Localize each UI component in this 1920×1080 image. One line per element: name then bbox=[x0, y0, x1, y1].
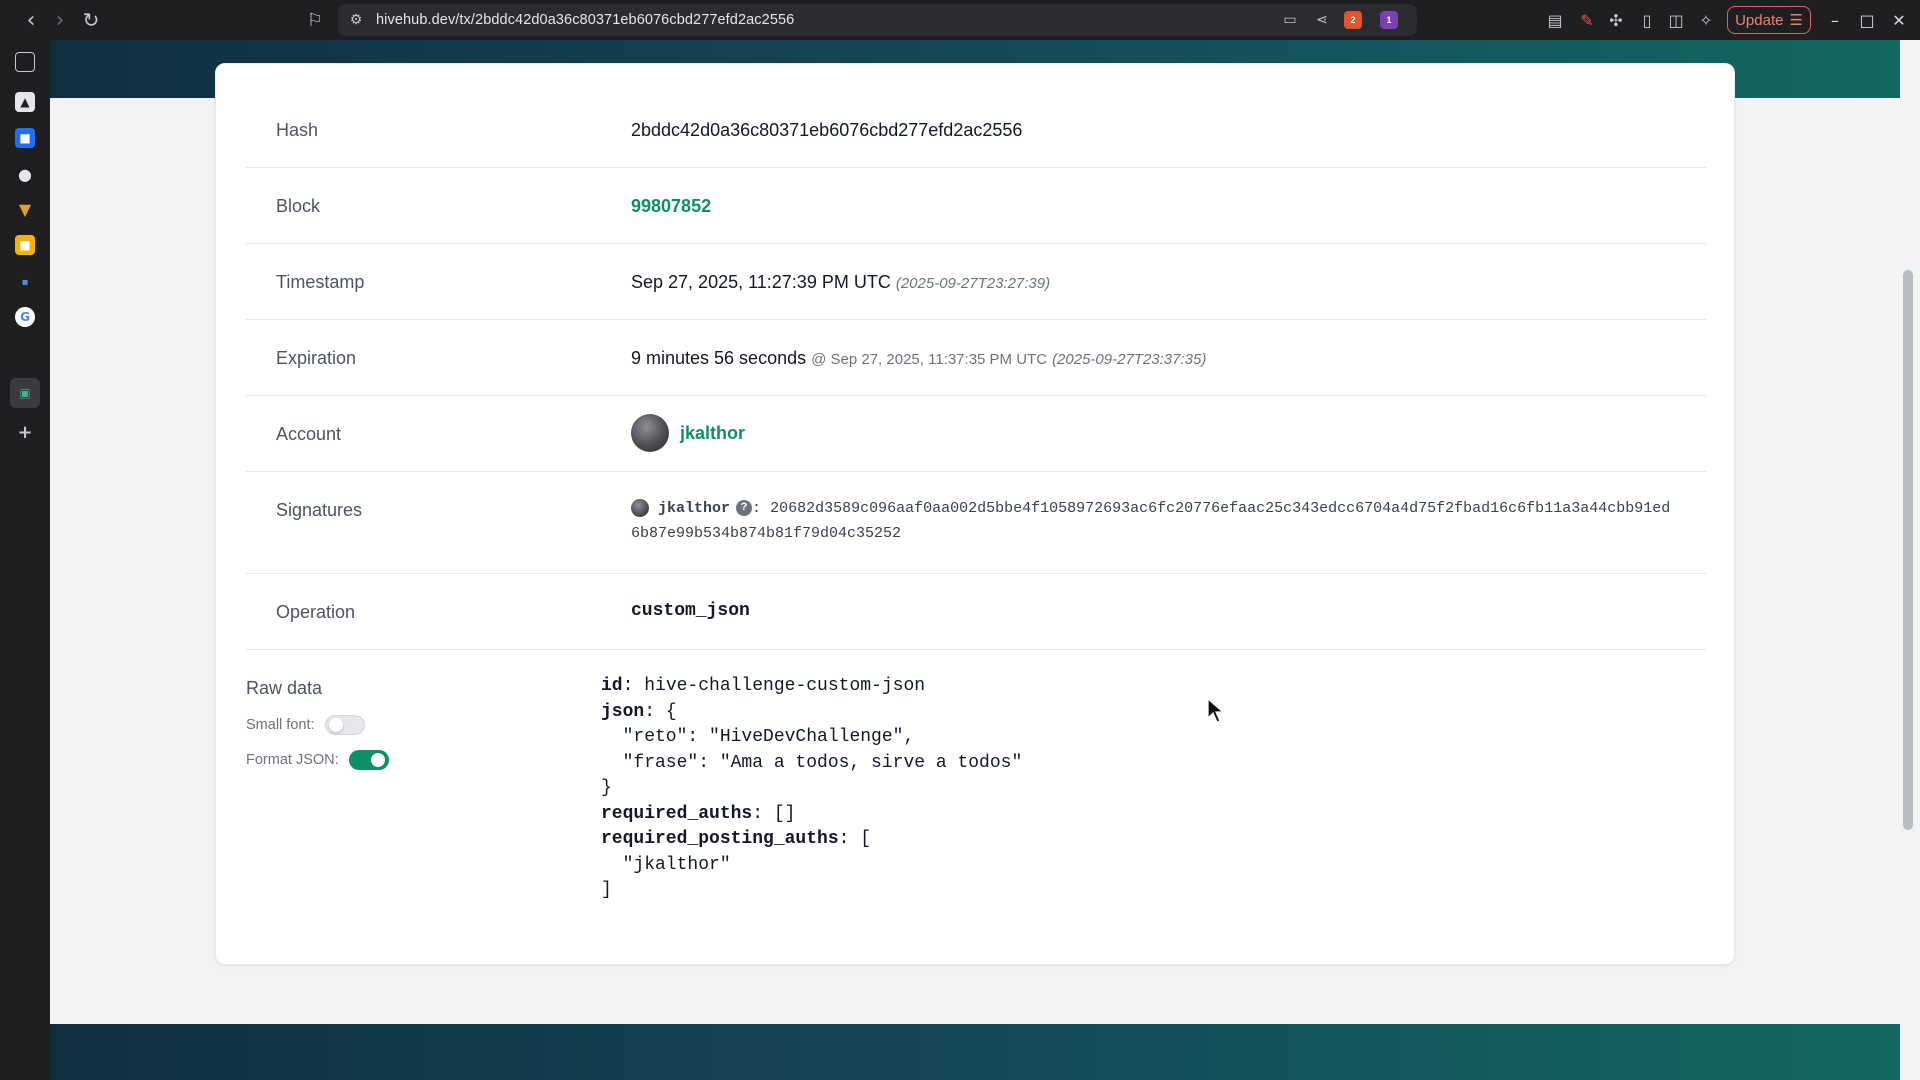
raw-required-auths-value: [] bbox=[773, 803, 796, 824]
extensions-icon[interactable]: ✣ bbox=[1605, 9, 1627, 31]
raw-json-line1: "reto": "HiveDevChallenge", bbox=[601, 727, 915, 747]
minimize-icon[interactable]: – bbox=[1823, 8, 1847, 32]
rewards-icon[interactable]: 1 bbox=[1380, 11, 1398, 29]
github-icon[interactable]: ● bbox=[15, 164, 35, 184]
timestamp-value: Sep 27, 2025, 11:27:39 PM UTC (2025-09-2… bbox=[631, 272, 1050, 293]
raw-json-line2: "frase": "Ama a todos, sirve a todos" bbox=[601, 752, 1023, 773]
timestamp-label: Timestamp bbox=[276, 272, 365, 292]
browser-sidebar: ▲ ■ ● ▼ ■ ▪ G ▣ + bbox=[0, 40, 50, 1080]
row-block: Block 99807852 bbox=[246, 168, 1706, 244]
raw-id-key: id bbox=[601, 676, 623, 696]
format-json-label: Format JSON: bbox=[246, 752, 339, 768]
hash-label: Hash bbox=[276, 120, 319, 140]
raw-data-block: id: hive-challenge-custom-json json: { "… bbox=[601, 676, 1023, 900]
update-label: Update bbox=[1735, 11, 1784, 29]
row-signatures: Signatures jkalthor?: 20682d3589c096aaf0… bbox=[246, 472, 1706, 574]
update-button[interactable]: Update ☰ bbox=[1727, 6, 1811, 34]
signature-hex: 20682d3589c096aaf0aa002d5bbe4f1058972693… bbox=[631, 500, 1671, 542]
raw-id-value: hive-challenge-custom-json bbox=[644, 676, 926, 696]
signer-avatar[interactable] bbox=[631, 499, 649, 518]
raw-json-key: json bbox=[601, 701, 645, 722]
wallet-panel-icon[interactable]: ◫ bbox=[1665, 9, 1687, 31]
app-icon-dot[interactable]: ▪ bbox=[15, 272, 35, 292]
avatar[interactable] bbox=[631, 414, 669, 452]
expiration-duration: 9 minutes 56 seconds bbox=[631, 348, 807, 368]
account-label: Account bbox=[276, 424, 342, 444]
block-label: Block bbox=[276, 196, 321, 216]
small-font-toggle[interactable] bbox=[324, 715, 365, 735]
account-link[interactable]: jkalthor bbox=[680, 423, 745, 443]
bookmark-icon[interactable]: ⚐ bbox=[300, 5, 330, 35]
signature-value: jkalthor?: 20682d3589c096aaf0aa002d5bbe4… bbox=[631, 496, 1676, 546]
address-bar[interactable]: ⚙ hivehub.dev/tx/2bddc42d0a36c80371eb607… bbox=[338, 4, 1417, 36]
url-text[interactable]: hivehub.dev/tx/2bddc42d0a36c80371eb6076c… bbox=[376, 12, 794, 28]
raw-rpa-close: ] bbox=[601, 880, 612, 900]
row-operation: Operation custom_json bbox=[246, 574, 1706, 650]
transaction-card: Hash 2bddc42d0a36c80371eb6076cbd277efd2a… bbox=[215, 63, 1735, 965]
app-icon-v[interactable]: ▼ bbox=[15, 199, 35, 219]
raw-rpa-open: [ bbox=[860, 829, 872, 849]
raw-data-label: Raw data bbox=[246, 678, 323, 698]
back-icon[interactable]: ‹ bbox=[16, 5, 46, 35]
signature-colon: : bbox=[752, 500, 762, 517]
close-icon[interactable]: ✕ bbox=[1887, 8, 1911, 32]
block-link[interactable]: 99807852 bbox=[631, 196, 711, 217]
maximize-icon[interactable]: □ bbox=[1855, 8, 1879, 32]
cast-icon[interactable]: ▭ bbox=[1280, 10, 1300, 30]
row-account: Account jkalthor bbox=[246, 396, 1706, 472]
small-font-row: Small font: bbox=[246, 715, 365, 735]
wallet-icon[interactable]: ▤ bbox=[1544, 9, 1566, 31]
operation-value: custom_json bbox=[631, 601, 750, 621]
reload-icon[interactable]: ↻ bbox=[76, 5, 106, 35]
timestamp-text: Sep 27, 2025, 11:27:39 PM UTC bbox=[631, 272, 891, 292]
shields-count: 2 bbox=[1350, 15, 1356, 25]
operation-label: Operation bbox=[276, 602, 356, 622]
expiration-label: Expiration bbox=[276, 348, 357, 368]
expiration-iso: (2025-09-27T23:37:35) bbox=[1052, 351, 1207, 368]
hash-value: 2bddc42d0a36c80371eb6076cbd277efd2ac2556 bbox=[631, 120, 1023, 140]
raw-required-auths-key: required_auths bbox=[601, 803, 753, 824]
add-icon[interactable]: + bbox=[15, 422, 35, 443]
notes-icon[interactable]: ■ bbox=[15, 235, 35, 255]
raw-rpa-line1: "jkalthor" bbox=[601, 854, 731, 875]
raw-required-posting-auths-key: required_posting_auths bbox=[601, 829, 839, 849]
expiration-value: 9 minutes 56 seconds @ Sep 27, 2025, 11:… bbox=[631, 348, 1206, 369]
menu-icon: ☰ bbox=[1789, 12, 1803, 29]
format-json-row: Format JSON: bbox=[246, 750, 389, 770]
sidebar-panel-icon[interactable] bbox=[15, 52, 35, 72]
extension-icon[interactable]: ✎ bbox=[1576, 9, 1598, 31]
account-value: jkalthor bbox=[631, 414, 745, 452]
signer-name[interactable]: jkalthor bbox=[658, 500, 730, 517]
raw-json-close: } bbox=[601, 778, 612, 798]
signatures-label: Signatures bbox=[276, 500, 363, 520]
alerts-count: 1 bbox=[1386, 15, 1392, 25]
row-hash: Hash 2bddc42d0a36c80371eb6076cbd277efd2a… bbox=[246, 64, 1706, 168]
bookmark-app-icon[interactable]: ▲ bbox=[15, 92, 35, 112]
expiration-at: @ Sep 27, 2025, 11:37:35 PM UTC bbox=[811, 351, 1048, 368]
row-expiration: Expiration 9 minutes 56 seconds @ Sep 27… bbox=[246, 320, 1706, 396]
hivehub-icon[interactable]: ▣ bbox=[15, 383, 35, 403]
leo-ai-icon[interactable]: ✧ bbox=[1695, 9, 1717, 31]
small-font-label: Small font: bbox=[246, 717, 315, 733]
row-timestamp: Timestamp Sep 27, 2025, 11:27:39 PM UTC … bbox=[246, 244, 1706, 320]
share-icon[interactable]: ⋖ bbox=[1312, 10, 1332, 30]
forward-icon[interactable]: › bbox=[45, 5, 75, 35]
help-icon[interactable]: ? bbox=[736, 500, 753, 517]
browser-toolbar: ‹ › ↻ ⚐ ⚙ hivehub.dev/tx/2bddc42d0a36c80… bbox=[0, 0, 1920, 40]
format-json-toggle[interactable] bbox=[348, 750, 389, 770]
site-info-icon[interactable]: ⚙ bbox=[346, 10, 366, 30]
google-icon[interactable]: G bbox=[15, 307, 35, 327]
app-icon-blue[interactable]: ■ bbox=[15, 128, 35, 148]
timestamp-iso: (2025-09-27T23:27:39) bbox=[895, 275, 1051, 292]
scrollbar-thumb[interactable] bbox=[1903, 270, 1913, 830]
sidebar-toggle-icon[interactable]: ▯ bbox=[1636, 9, 1658, 31]
brave-shields-icon[interactable]: 2 bbox=[1344, 11, 1362, 29]
page-footer-band bbox=[50, 1024, 1900, 1080]
raw-json-open: { bbox=[665, 701, 677, 722]
page: Hash 2bddc42d0a36c80371eb6076cbd277efd2a… bbox=[50, 40, 1900, 1080]
